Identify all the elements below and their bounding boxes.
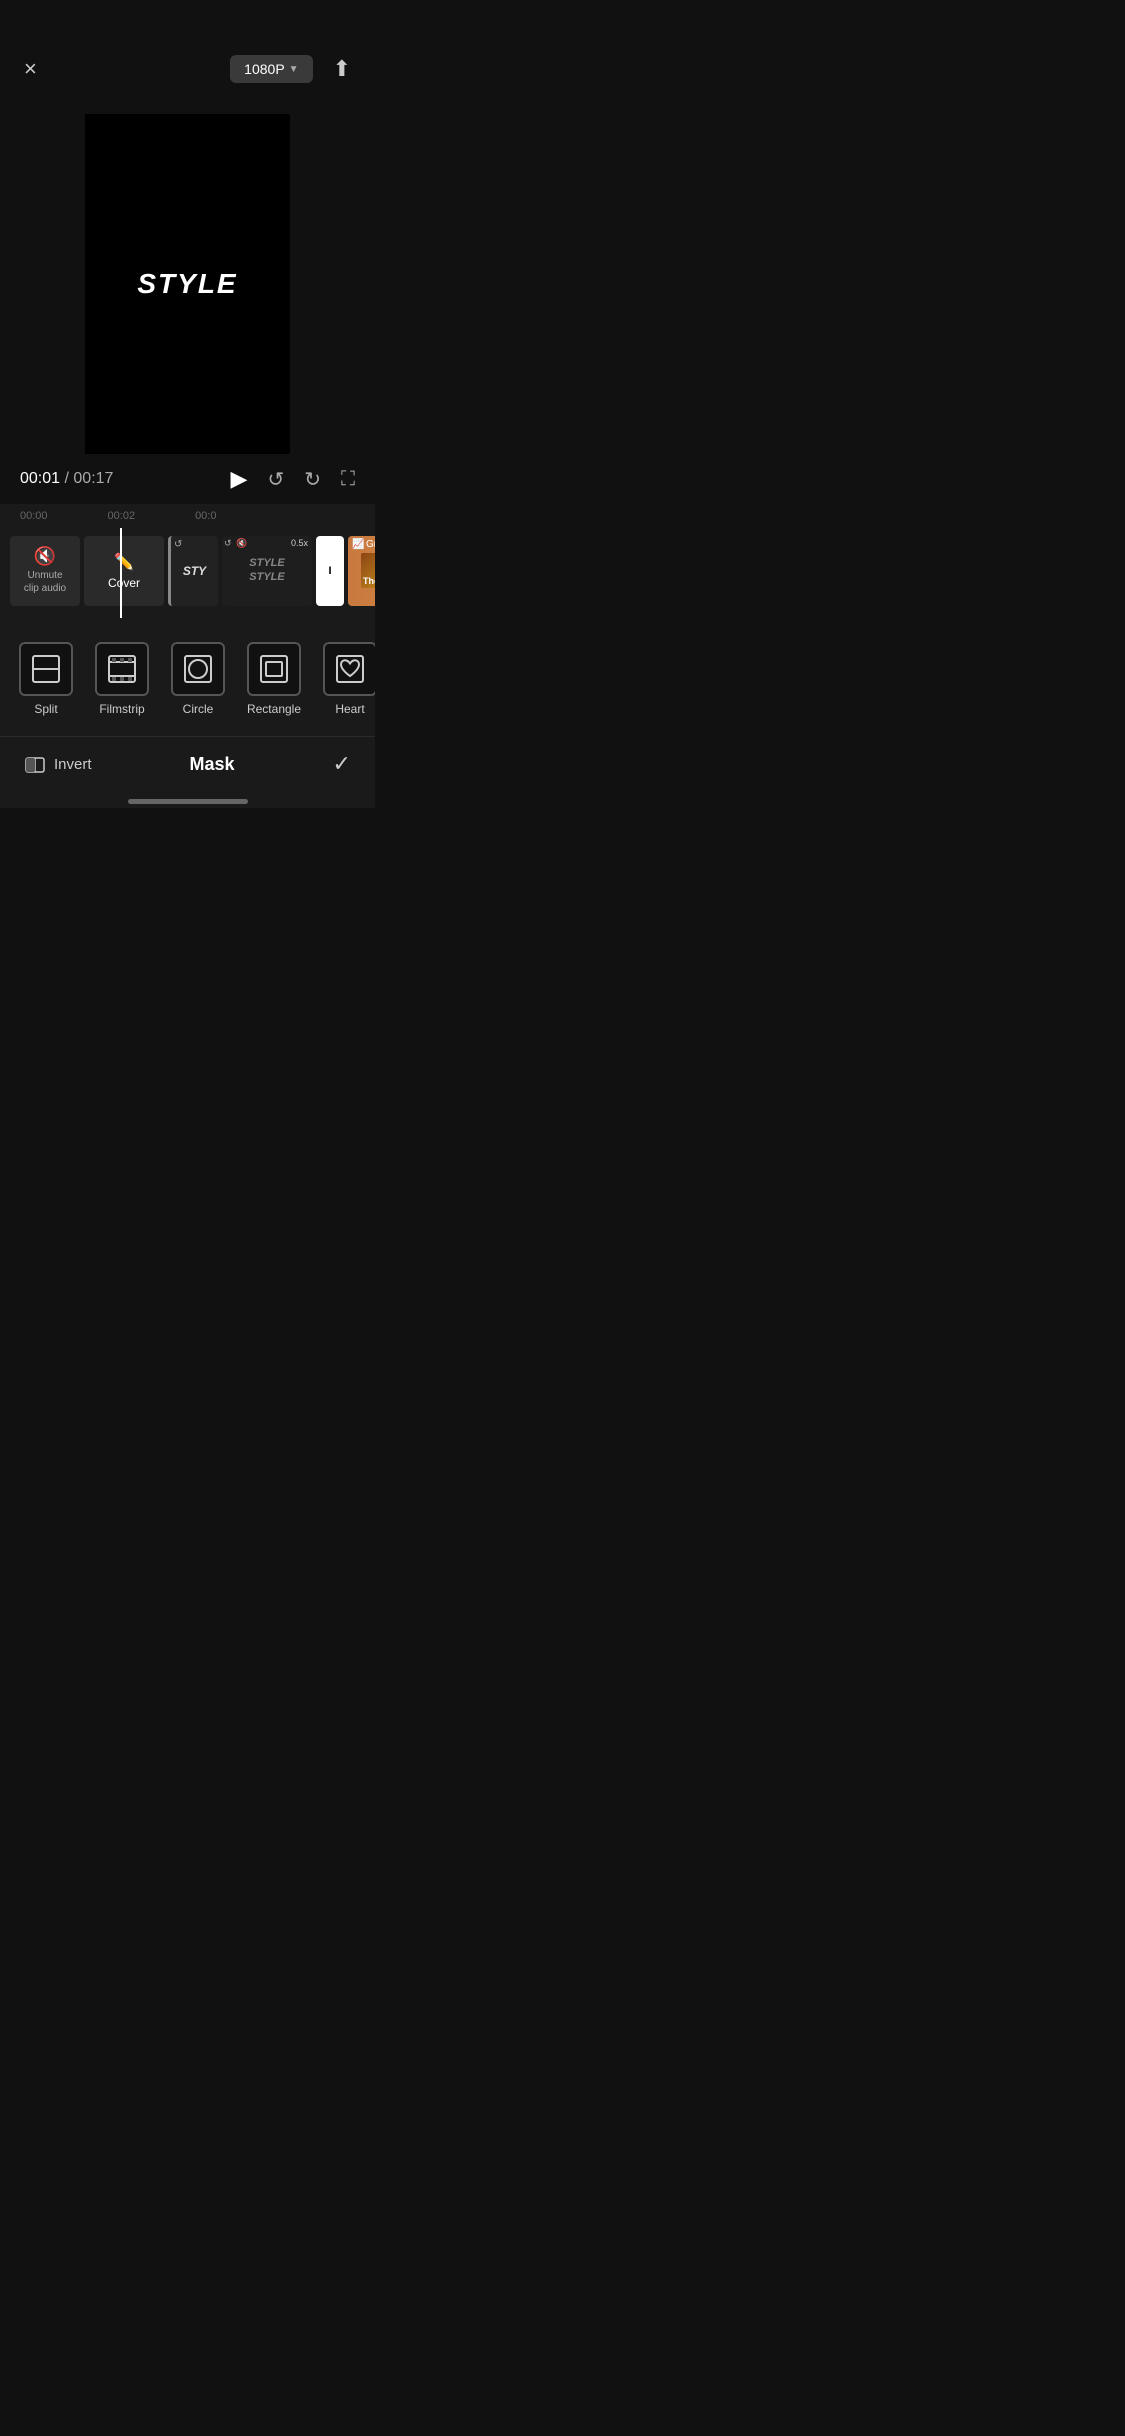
mask-icon-box-rectangle — [247, 642, 301, 696]
mute-label: Unmuteclip audio — [24, 569, 66, 595]
marker-1: 00:02 — [108, 510, 136, 522]
mask-label-rectangle: Rectangle — [247, 702, 301, 716]
speed-label: 0.5x — [291, 538, 308, 548]
mute-icon-2: 🔇 — [236, 538, 247, 549]
split-icon — [31, 654, 61, 684]
resolution-button[interactable]: 1080P ▼ — [230, 55, 312, 83]
track-gradient[interactable]: 📈 Gra... × The — [348, 536, 375, 606]
redo-button[interactable]: ↻ — [304, 467, 321, 492]
loop-icon: ↺ — [174, 539, 182, 550]
resolution-label: 1080P — [244, 61, 284, 77]
undo-button[interactable]: ↺ — [267, 467, 284, 492]
mask-options: Split Filmstrip — [0, 618, 375, 736]
heart-icon — [335, 654, 365, 684]
current-time: 00:01 — [20, 470, 60, 487]
confirm-button[interactable]: ✓ — [333, 751, 351, 777]
home-indicator — [0, 791, 375, 808]
top-bar: × 1080P ▼ ⬆ — [0, 0, 375, 102]
total-time: 00:17 — [73, 470, 113, 487]
play-button[interactable]: ▶ — [231, 466, 248, 492]
bottom-bar: Invert Mask ✓ — [0, 736, 375, 791]
track-row: 🔇 Unmuteclip audio ✏️ Cover ↺ STY ↺ 🔇 0.… — [0, 528, 375, 613]
mask-item-split[interactable]: Split — [10, 634, 82, 724]
chevron-down-icon: ▼ — [289, 64, 299, 75]
timeline-playhead — [120, 528, 122, 618]
track-pause[interactable]: I — [316, 536, 344, 606]
mask-items-list: Split Filmstrip — [0, 630, 375, 728]
mask-icon-box-heart — [323, 642, 375, 696]
mask-item-circle[interactable]: Circle — [162, 634, 234, 724]
video-preview: STYLE — [85, 114, 290, 454]
gradient-chart-icon: 📈 — [352, 539, 364, 550]
preview-container: STYLE — [0, 102, 375, 454]
mask-icon-box-split — [19, 642, 73, 696]
cover-edit-icon: ✏️ — [114, 552, 134, 572]
invert-button[interactable]: Invert — [24, 753, 92, 775]
timeline-tracks: 🔇 Unmuteclip audio ✏️ Cover ↺ STY ↺ 🔇 0.… — [0, 528, 375, 618]
invert-label: Invert — [54, 756, 92, 773]
circle-icon — [183, 654, 213, 684]
mask-label-filmstrip: Filmstrip — [99, 702, 144, 716]
mask-label-heart: Heart — [335, 702, 364, 716]
mask-item-heart[interactable]: Heart — [314, 634, 375, 724]
mask-icon-box-circle — [171, 642, 225, 696]
time-display: 00:01 / 00:17 — [20, 470, 113, 488]
invert-icon — [24, 753, 46, 775]
mask-icon-box-filmstrip — [95, 642, 149, 696]
track-style-2[interactable]: ↺ 🔇 0.5x STYLESTYLE — [222, 536, 312, 606]
mask-item-filmstrip[interactable]: Filmstrip — [86, 634, 158, 724]
home-pill — [128, 799, 248, 804]
timeline-scrubber: 00:00 00:02 00:0 🔇 Unmuteclip audio ✏️ C… — [0, 504, 375, 618]
gradient-label: Gra... — [366, 539, 375, 550]
mask-label-circle: Circle — [183, 702, 214, 716]
mute-icon: 🔇 — [34, 546, 56, 567]
mask-label-split: Split — [34, 702, 57, 716]
preview-title: STYLE — [137, 268, 237, 300]
close-button[interactable]: × — [20, 52, 41, 86]
cover-label: Cover — [108, 576, 140, 590]
top-bar-center: 1080P ▼ ⬆ — [230, 52, 355, 86]
pause-label: I — [328, 565, 331, 577]
marker-0: 00:00 — [20, 510, 48, 522]
mask-item-rectangle[interactable]: Rectangle — [238, 634, 310, 724]
track-audio-mute[interactable]: 🔇 Unmuteclip audio — [10, 536, 80, 606]
time-separator: / — [65, 470, 69, 487]
style-text-2: STYLESTYLE — [249, 557, 284, 583]
timeline-controls: 00:01 / 00:17 ▶ ↺ ↻ ⛶ — [0, 454, 375, 504]
rectangle-icon — [259, 654, 289, 684]
speed-icon: ↺ — [224, 538, 232, 549]
filmstrip-icon — [107, 654, 137, 684]
export-button[interactable]: ⬆ — [329, 52, 355, 86]
mask-title: Mask — [190, 754, 235, 775]
time-markers: 00:00 00:02 00:0 — [0, 510, 375, 522]
fullscreen-button[interactable]: ⛶ — [341, 468, 355, 491]
playback-buttons: ▶ ↺ ↻ ⛶ — [231, 466, 355, 492]
track-cover[interactable]: ✏️ Cover — [84, 536, 164, 606]
marker-2: 00:0 — [195, 510, 216, 522]
style-text-1: STY — [183, 564, 206, 578]
track-style-1[interactable]: ↺ STY — [168, 536, 218, 606]
